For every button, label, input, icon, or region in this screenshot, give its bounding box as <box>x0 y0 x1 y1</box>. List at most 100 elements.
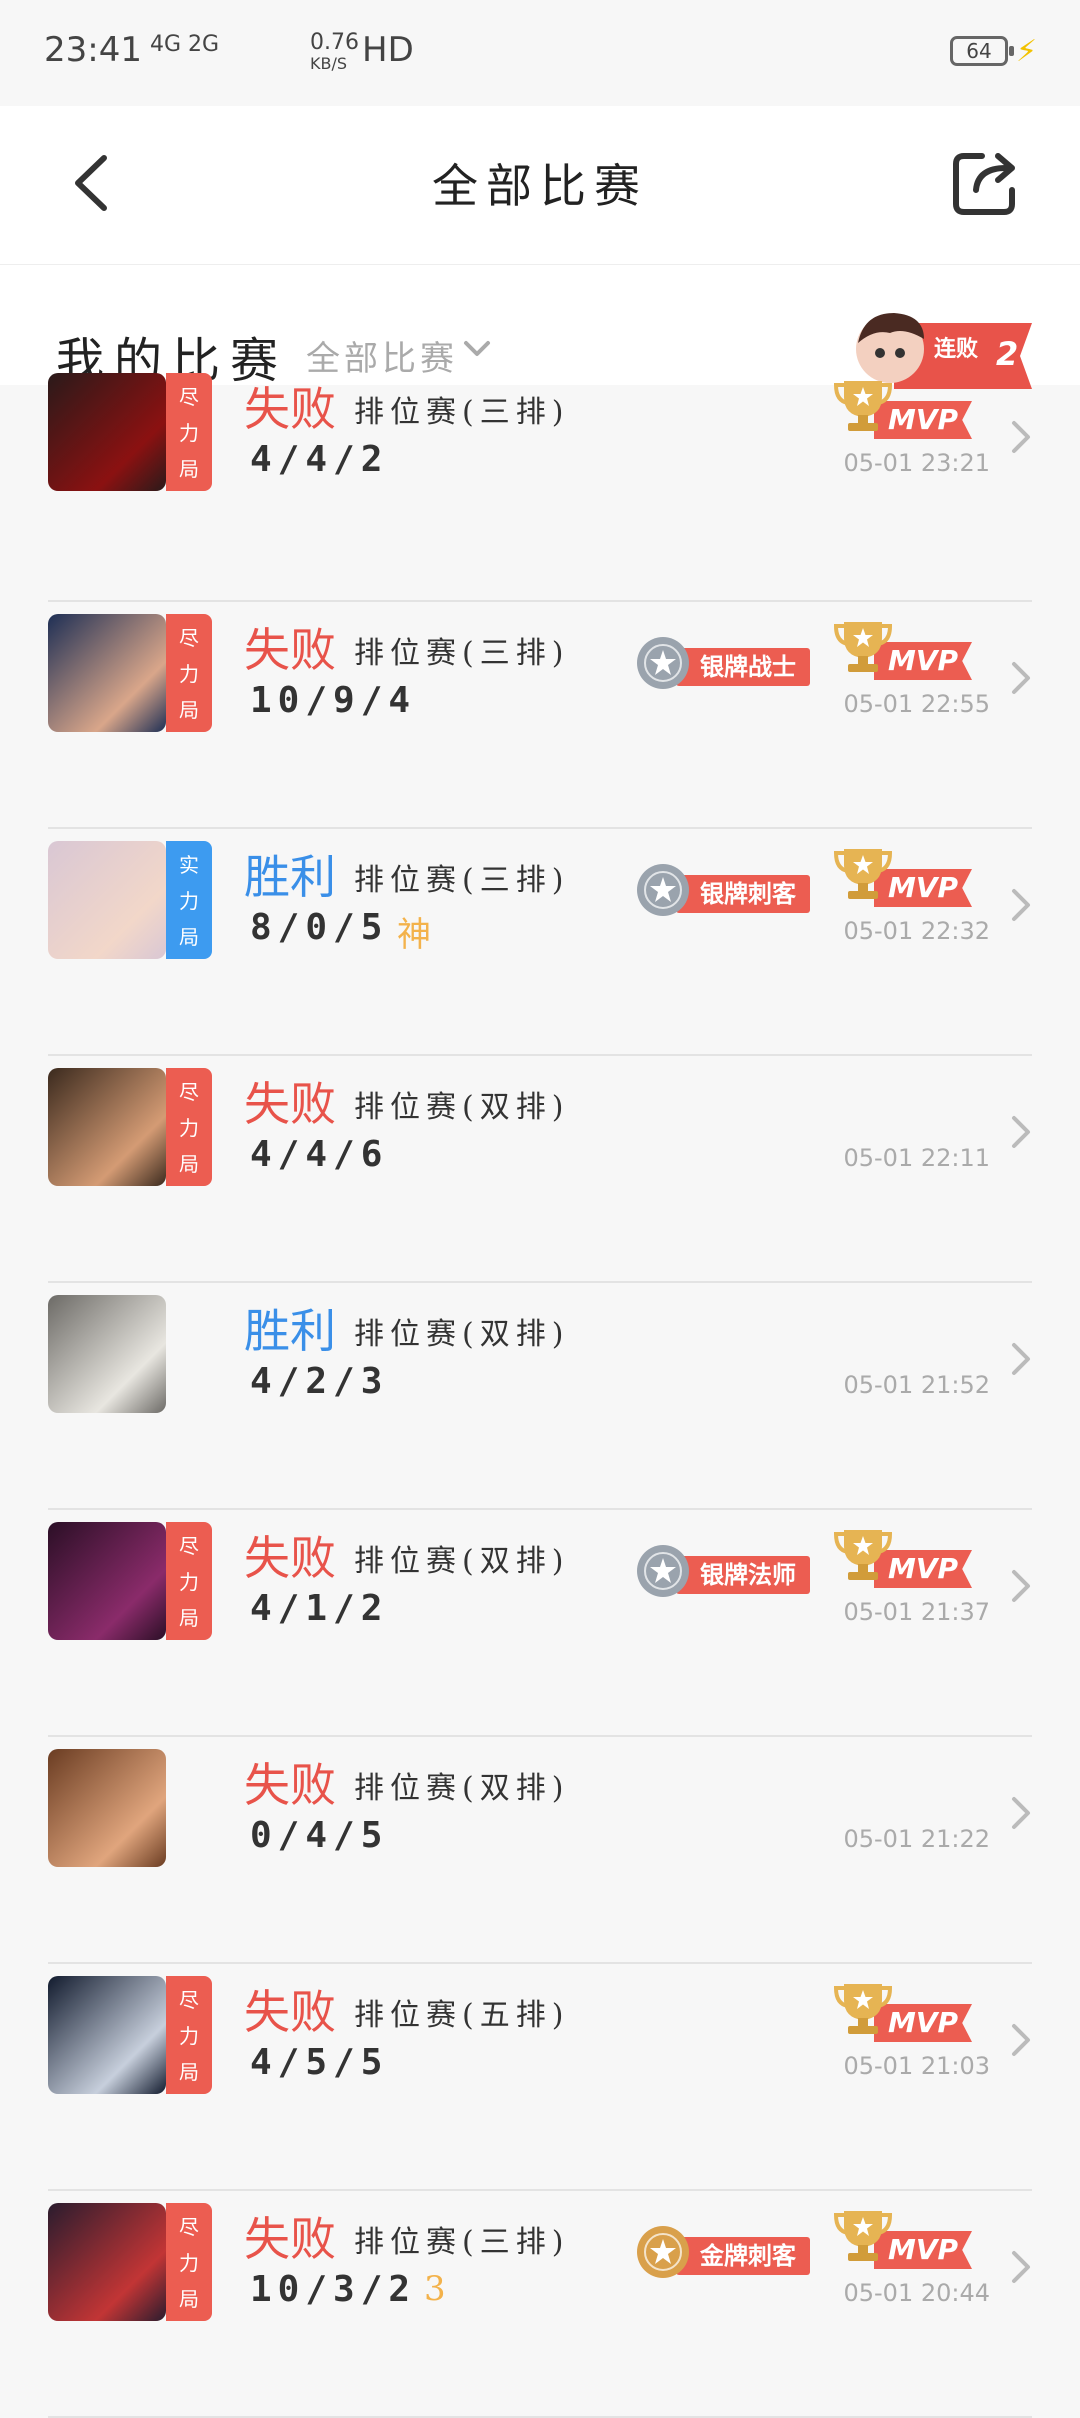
match-mode: 排位赛(双排) <box>354 1090 570 1125</box>
chevron-down-icon[interactable] <box>462 337 492 361</box>
badge-label: 银牌法师 <box>676 1556 810 1594</box>
match-result: 失败 <box>244 623 336 677</box>
match-mode: 排位赛(五排) <box>354 1998 570 2033</box>
match-time: 05-01 21:52 <box>843 1371 990 1399</box>
battery-level: 64 <box>966 39 992 63</box>
match-time: 05-01 22:55 <box>843 690 990 718</box>
hero-avatar <box>48 841 166 959</box>
match-row[interactable]: 胜利 排位赛(双排) 4/2/3 05-01 21:52 <box>0 1283 1080 1510</box>
share-icon[interactable] <box>946 142 1026 222</box>
chevron-right-icon[interactable] <box>1008 2247 1034 2287</box>
match-mode: 排位赛(三排) <box>354 636 570 671</box>
match-time: 05-01 21:03 <box>843 2052 990 2080</box>
match-mode: 排位赛(双排) <box>354 1544 570 1579</box>
hero-avatar <box>48 1068 166 1186</box>
match-row[interactable]: 尽力局失败 排位赛(三排) 4/4/2 MVP 05-01 23:21 <box>0 373 1080 602</box>
chevron-right-icon[interactable] <box>1008 1566 1034 1606</box>
match-kda: 10/3/2 <box>250 2269 417 2310</box>
match-result: 失败 <box>244 1985 336 2039</box>
match-result: 失败 <box>244 382 336 436</box>
match-time: 05-01 20:44 <box>843 2279 990 2307</box>
badge-label: 金牌刺客 <box>676 2237 810 2275</box>
status-time: 23:41 <box>44 30 142 70</box>
match-time: 05-01 22:11 <box>843 1144 990 1172</box>
match-mode: 排位赛(三排) <box>354 395 570 430</box>
match-row[interactable]: 尽力局失败 排位赛(三排) 10/3/2 3 金牌刺客 MVP 05-01 20… <box>0 2191 1080 2418</box>
match-kda: 0/4/5 <box>250 1815 389 1856</box>
match-row[interactable]: 尽力局失败 排位赛(三排) 10/9/4 银牌战士 MVP 05-01 22:5… <box>0 602 1080 829</box>
mvp-badge: MVP <box>834 1524 984 1594</box>
badge-label: 银牌战士 <box>676 648 810 686</box>
trophy-icon <box>834 849 892 899</box>
silver-medal-icon <box>637 1545 689 1597</box>
match-result: 失败 <box>244 1758 336 1812</box>
match-row[interactable]: 尽力局失败 排位赛(双排) 4/4/6 05-01 22:11 <box>0 1056 1080 1283</box>
hero-avatar <box>48 1976 166 2094</box>
match-mode: 排位赛(双排) <box>354 1771 570 1806</box>
chevron-right-icon[interactable] <box>1008 1339 1034 1379</box>
hero-avatar <box>48 1522 166 1640</box>
match-result: 失败 <box>244 1531 336 1585</box>
match-time: 05-01 22:32 <box>843 917 990 945</box>
charging-icon: ⚡ <box>1016 34 1038 69</box>
match-mode: 排位赛(双排) <box>354 1317 570 1352</box>
hero-avatar <box>48 614 166 732</box>
match-time: 05-01 21:22 <box>843 1825 990 1853</box>
silver-medal-icon <box>637 864 689 916</box>
match-kda: 4/5/5 <box>250 2042 389 2083</box>
hero-avatar <box>48 1295 166 1413</box>
mvp-badge: MVP <box>834 2205 984 2275</box>
streak-count: 2 <box>996 335 1019 373</box>
trophy-icon <box>834 2211 892 2261</box>
status-bar: 23:41 4G 2G 0.76 KB/S HD 64 ⚡ <box>0 0 1080 106</box>
match-row[interactable]: 失败 排位赛(双排) 0/4/5 05-01 21:22 <box>0 1737 1080 1964</box>
match-kda: 8/0/5 <box>250 907 389 948</box>
match-result: 失败 <box>244 2212 336 2266</box>
chevron-right-icon[interactable] <box>1008 1793 1034 1833</box>
hero-avatar <box>48 1749 166 1867</box>
match-tag: 尽力局 <box>166 1522 212 1640</box>
mvp-badge: MVP <box>834 843 984 913</box>
match-kda: 4/2/3 <box>250 1361 389 1402</box>
match-tag: 尽力局 <box>166 1068 212 1186</box>
trophy-icon <box>834 381 892 431</box>
trophy-icon <box>834 622 892 672</box>
chevron-right-icon[interactable] <box>1008 658 1034 698</box>
network-speed-unit: KB/S <box>310 54 348 73</box>
match-row[interactable]: 尽力局失败 排位赛(双排) 4/1/2 银牌法师 MVP 05-01 21:37 <box>0 1510 1080 1737</box>
match-result: 胜利 <box>244 850 336 904</box>
match-time: 05-01 23:21 <box>843 449 990 477</box>
match-kda: 4/4/6 <box>250 1134 389 1175</box>
match-time: 05-01 21:37 <box>843 1598 990 1626</box>
streak-label: 连败 <box>934 337 979 362</box>
battery-icon: 64 <box>950 36 1014 66</box>
gold-medal-icon <box>637 2226 689 2278</box>
match-result: 胜利 <box>244 1304 336 1358</box>
match-kda: 4/1/2 <box>250 1588 389 1629</box>
badge-label: 银牌刺客 <box>676 875 810 913</box>
mvp-badge: MVP <box>834 1978 984 2048</box>
chevron-right-icon[interactable] <box>1008 885 1034 925</box>
match-tag: 尽力局 <box>166 373 212 491</box>
match-mode: 排位赛(三排) <box>354 2225 570 2260</box>
hd-icon: HD <box>362 30 414 70</box>
chevron-right-icon[interactable] <box>1008 1112 1034 1152</box>
chevron-right-icon[interactable] <box>1008 2020 1034 2060</box>
match-row[interactable]: 实力局胜利 排位赛(三排) 8/0/5 神 银牌刺客 MVP 05-01 22:… <box>0 829 1080 1056</box>
signal-icon: 4G 2G <box>150 32 220 57</box>
match-tag: 尽力局 <box>166 1976 212 2094</box>
match-kda: 10/9/4 <box>250 680 417 721</box>
network-speed-value: 0.76 <box>310 30 359 55</box>
hero-avatar <box>48 2203 166 2321</box>
trophy-icon <box>834 1984 892 2034</box>
page-title: 全部比赛 <box>432 159 648 213</box>
trophy-icon <box>834 1530 892 1580</box>
match-extra-marker: 3 <box>424 2269 446 2309</box>
match-result: 失败 <box>244 1077 336 1131</box>
mvp-badge: MVP <box>834 375 984 445</box>
match-kda: 4/4/2 <box>250 439 389 480</box>
silver-medal-icon <box>637 637 689 689</box>
match-row[interactable]: 尽力局失败 排位赛(五排) 4/5/5 MVP 05-01 21:03 <box>0 1964 1080 2191</box>
chevron-right-icon[interactable] <box>1008 417 1034 457</box>
match-extra-marker: 神 <box>397 915 431 955</box>
